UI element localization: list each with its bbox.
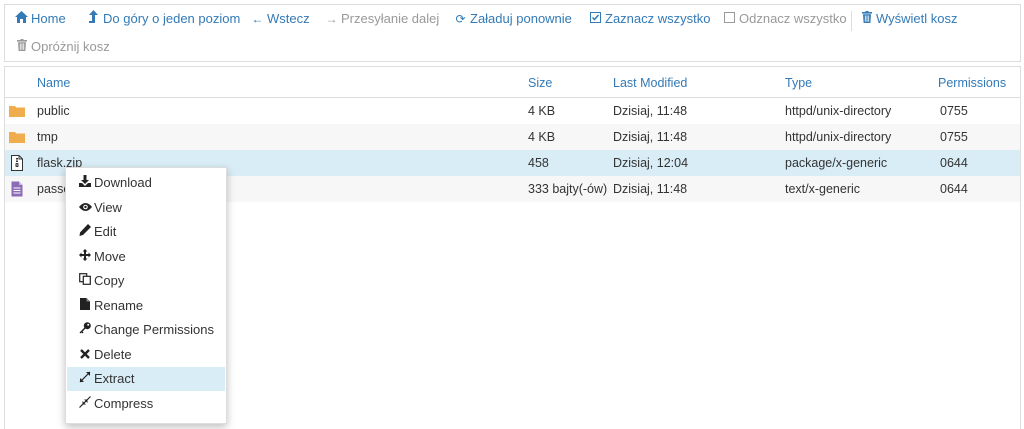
file-modified: Dzisiaj, 12:04 (613, 156, 689, 170)
column-header-modified[interactable]: Last Modified (613, 76, 687, 90)
context-menu-extract[interactable]: Extract (67, 367, 225, 391)
pencil-icon (78, 220, 92, 244)
context-menu-label: Rename (94, 297, 144, 313)
file-size: 4 KB (528, 130, 556, 144)
column-header-type[interactable]: Type (785, 76, 812, 90)
deselect-all-button[interactable]: Odznacz wszystko (723, 8, 847, 30)
context-menu-label: Change Permissions (94, 322, 214, 337)
context-menu-label: Compress (94, 395, 154, 411)
forward-label: Przesyłanie dalej (341, 11, 440, 26)
show-trash-label: Wyświetl kosz (876, 11, 958, 26)
file-manager-toolbar: Home Do góry o jeden poziom ← Wstecz → Prz… (4, 4, 1021, 62)
file-type: httpd/unix-directory (785, 130, 892, 144)
file-size: 458 (528, 156, 549, 170)
zip-file-icon (9, 155, 25, 171)
refresh-icon: ⟳ (455, 12, 466, 26)
file-size: 333 bajty(-ów) (528, 182, 608, 196)
context-menu-label: Edit (94, 224, 117, 239)
copy-icon (78, 269, 92, 293)
file-modified: Dzisiaj, 11:48 (613, 104, 688, 118)
eye-icon (78, 196, 92, 220)
context-menu-label: Move (94, 248, 126, 264)
file-size: 4 KB (528, 104, 556, 118)
close-icon (78, 343, 92, 367)
context-menu-label: Delete (94, 346, 132, 362)
arrow-left-icon: ← (251, 12, 264, 26)
checkbox-checked-icon (589, 8, 602, 30)
home-button[interactable]: Home (15, 8, 66, 30)
file-icon (78, 294, 92, 318)
home-label: Home (31, 11, 66, 26)
empty-trash-button[interactable]: Opróżnij kosz (15, 36, 110, 58)
text-file-icon (9, 181, 25, 197)
folder-icon (9, 129, 25, 145)
context-menu-delete[interactable]: Delete (67, 343, 225, 367)
context-menu-label: Extract (94, 371, 135, 386)
home-icon (15, 8, 28, 30)
file-permissions: 0644 (940, 156, 968, 170)
file-modified: Dzisiaj, 11:48 (613, 130, 688, 144)
context-menu-move[interactable]: Move (67, 245, 225, 269)
column-header-name[interactable]: Name (37, 76, 70, 90)
reload-label: Załaduj ponownie (470, 11, 572, 26)
file-row[interactable]: tmp 4 KB Dzisiaj, 11:48 httpd/unix-direc… (5, 124, 1020, 150)
toolbar-divider (851, 11, 852, 31)
back-label: Wstecz (267, 11, 310, 26)
folder-icon (9, 103, 25, 119)
forward-button[interactable]: → Przesyłanie dalej (325, 8, 440, 30)
context-menu-label: Copy (94, 273, 125, 288)
file-permissions: 0755 (940, 130, 968, 144)
checkbox-empty-icon (723, 8, 736, 30)
trash-icon (860, 8, 873, 30)
context-menu-label: View (94, 199, 122, 215)
file-permissions: 0644 (940, 182, 968, 196)
file-type: text/x-generic (785, 182, 861, 196)
file-modified: Dzisiaj, 11:48 (613, 182, 688, 196)
file-type: package/x-generic (785, 156, 888, 170)
back-button[interactable]: ← Wstecz (251, 8, 310, 30)
compress-icon (78, 392, 92, 416)
arrow-right-icon: → (325, 12, 338, 26)
deselect-all-label: Odznacz wszystko (739, 11, 847, 26)
file-row[interactable]: public 4 KB Dzisiaj, 11:48 httpd/unix-di… (5, 98, 1020, 124)
up-level-button[interactable]: Do góry o jeden poziom (87, 8, 240, 30)
file-name[interactable]: public (37, 104, 70, 118)
select-all-label: Zaznacz wszystko (605, 11, 711, 26)
column-header-permissions[interactable]: Permissions (938, 76, 1006, 90)
context-menu-change-permissions[interactable]: Change Permissions (67, 318, 225, 342)
file-context-menu: Download View Edit Move Copy Rename Chan… (65, 167, 227, 424)
trash-icon (15, 36, 28, 58)
file-list-header: Name Size Last Modified Type Permissions (5, 67, 1020, 98)
context-menu-view[interactable]: View (67, 196, 225, 220)
file-type: httpd/unix-directory (785, 104, 892, 118)
context-menu-download[interactable]: Download (67, 171, 225, 195)
level-up-icon (87, 8, 100, 30)
show-trash-button[interactable]: Wyświetl kosz (860, 8, 958, 30)
expand-icon (78, 367, 92, 391)
file-permissions: 0755 (940, 104, 968, 118)
context-menu-compress[interactable]: Compress (67, 392, 225, 416)
context-menu-copy[interactable]: Copy (67, 269, 225, 293)
move-icon (78, 245, 92, 269)
up-level-label: Do góry o jeden poziom (103, 11, 241, 26)
column-header-size[interactable]: Size (528, 76, 552, 90)
context-menu-edit[interactable]: Edit (67, 220, 225, 244)
context-menu-rename[interactable]: Rename (67, 294, 225, 318)
download-icon (78, 171, 92, 195)
select-all-button[interactable]: Zaznacz wszystko (589, 8, 710, 30)
file-name[interactable]: tmp (37, 130, 58, 144)
key-icon (78, 318, 92, 342)
reload-button[interactable]: ⟳ Załaduj ponownie (454, 8, 572, 30)
empty-trash-label: Opróżnij kosz (31, 39, 110, 54)
context-menu-label: Download (94, 175, 152, 190)
